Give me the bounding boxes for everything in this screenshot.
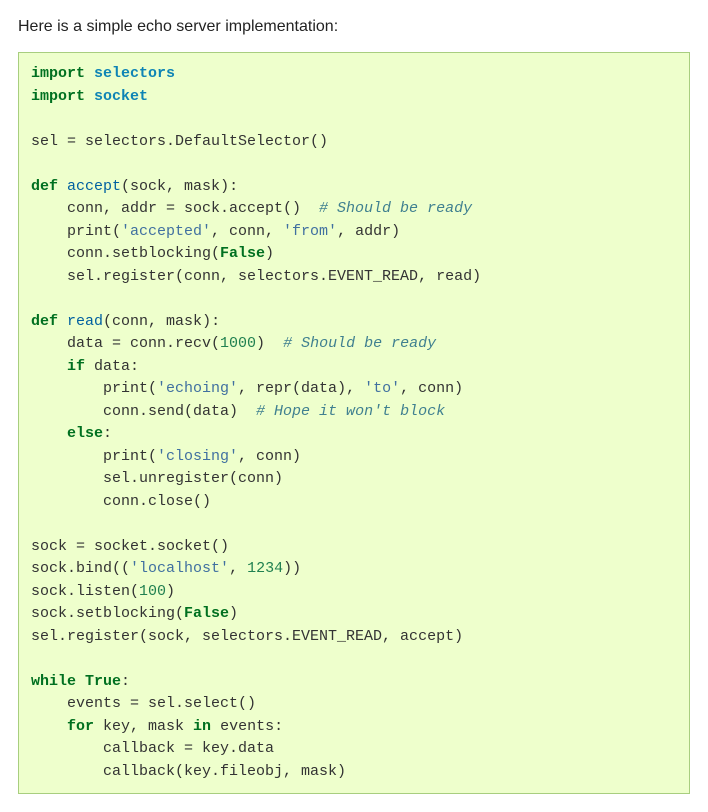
number-literal: 100 (139, 583, 166, 600)
comment: # Hope it won't block (256, 403, 445, 420)
code-line: conn.close() (31, 493, 211, 510)
keyword-for: for (31, 718, 94, 735)
code-text: conn, addr = sock.accept() (31, 200, 319, 217)
code-text: , addr) (337, 223, 400, 240)
code-text: ) (166, 583, 175, 600)
keyword-else: else (31, 425, 103, 442)
function-name: accept (67, 178, 121, 195)
code-text: ) (229, 605, 238, 622)
code-line: sel.register(sock, selectors.EVENT_READ,… (31, 628, 463, 645)
code-text: events: (211, 718, 283, 735)
code-line: sel.unregister(conn) (31, 470, 283, 487)
code-text: (conn, mask): (103, 313, 220, 330)
code-line: callback(key.fileobj, mask) (31, 763, 346, 780)
code-text: , repr(data), (238, 380, 364, 397)
boolean-literal: False (184, 605, 229, 622)
boolean-literal: False (220, 245, 265, 262)
code-text: data: (85, 358, 139, 375)
code-line: events = sel.select() (31, 695, 256, 712)
code-text: print( (31, 380, 157, 397)
code-text: , (229, 560, 247, 577)
code-text: : (121, 673, 130, 690)
code-text: conn.setblocking( (31, 245, 220, 262)
function-name: read (67, 313, 103, 330)
code-text: , conn) (238, 448, 301, 465)
code-line: sel = selectors.DefaultSelector() (31, 133, 328, 150)
number-literal: 1234 (247, 560, 283, 577)
string-literal: 'to' (364, 380, 400, 397)
string-literal: 'echoing' (157, 380, 238, 397)
comment: # Should be ready (283, 335, 436, 352)
string-literal: 'accepted' (121, 223, 211, 240)
keyword-while: while (31, 673, 76, 690)
code-text: ) (265, 245, 274, 262)
code-text: sock.listen( (31, 583, 139, 600)
code-text: : (103, 425, 112, 442)
code-text: ) (256, 335, 283, 352)
code-line: callback = key.data (31, 740, 274, 757)
code-text: sock.bind(( (31, 560, 130, 577)
code-text: data = conn.recv( (31, 335, 220, 352)
intro-text: Here is a simple echo server implementat… (18, 18, 690, 36)
code-text: key, mask (94, 718, 193, 735)
code-text: print( (31, 223, 121, 240)
number-literal: 1000 (220, 335, 256, 352)
code-content: import selectors import socket sel = sel… (31, 63, 677, 783)
module-name: selectors (94, 65, 175, 82)
code-line: sock = socket.socket() (31, 538, 229, 555)
code-text: print( (31, 448, 157, 465)
keyword-import: import (31, 88, 85, 105)
code-block: import selectors import socket sel = sel… (18, 52, 690, 794)
code-text: conn.send(data) (31, 403, 256, 420)
code-text: )) (283, 560, 301, 577)
keyword-def: def (31, 178, 58, 195)
module-name: socket (94, 88, 148, 105)
keyword-def: def (31, 313, 58, 330)
keyword-if: if (31, 358, 85, 375)
code-text: sock.setblocking( (31, 605, 184, 622)
code-text: , conn, (211, 223, 283, 240)
code-line: sel.register(conn, selectors.EVENT_READ,… (31, 268, 481, 285)
code-text: , conn) (400, 380, 463, 397)
string-literal: 'from' (283, 223, 337, 240)
comment: # Should be ready (319, 200, 472, 217)
string-literal: 'localhost' (130, 560, 229, 577)
keyword-in: in (193, 718, 211, 735)
code-text: (sock, mask): (121, 178, 238, 195)
keyword-import: import (31, 65, 85, 82)
string-literal: 'closing' (157, 448, 238, 465)
boolean-literal: True (85, 673, 121, 690)
